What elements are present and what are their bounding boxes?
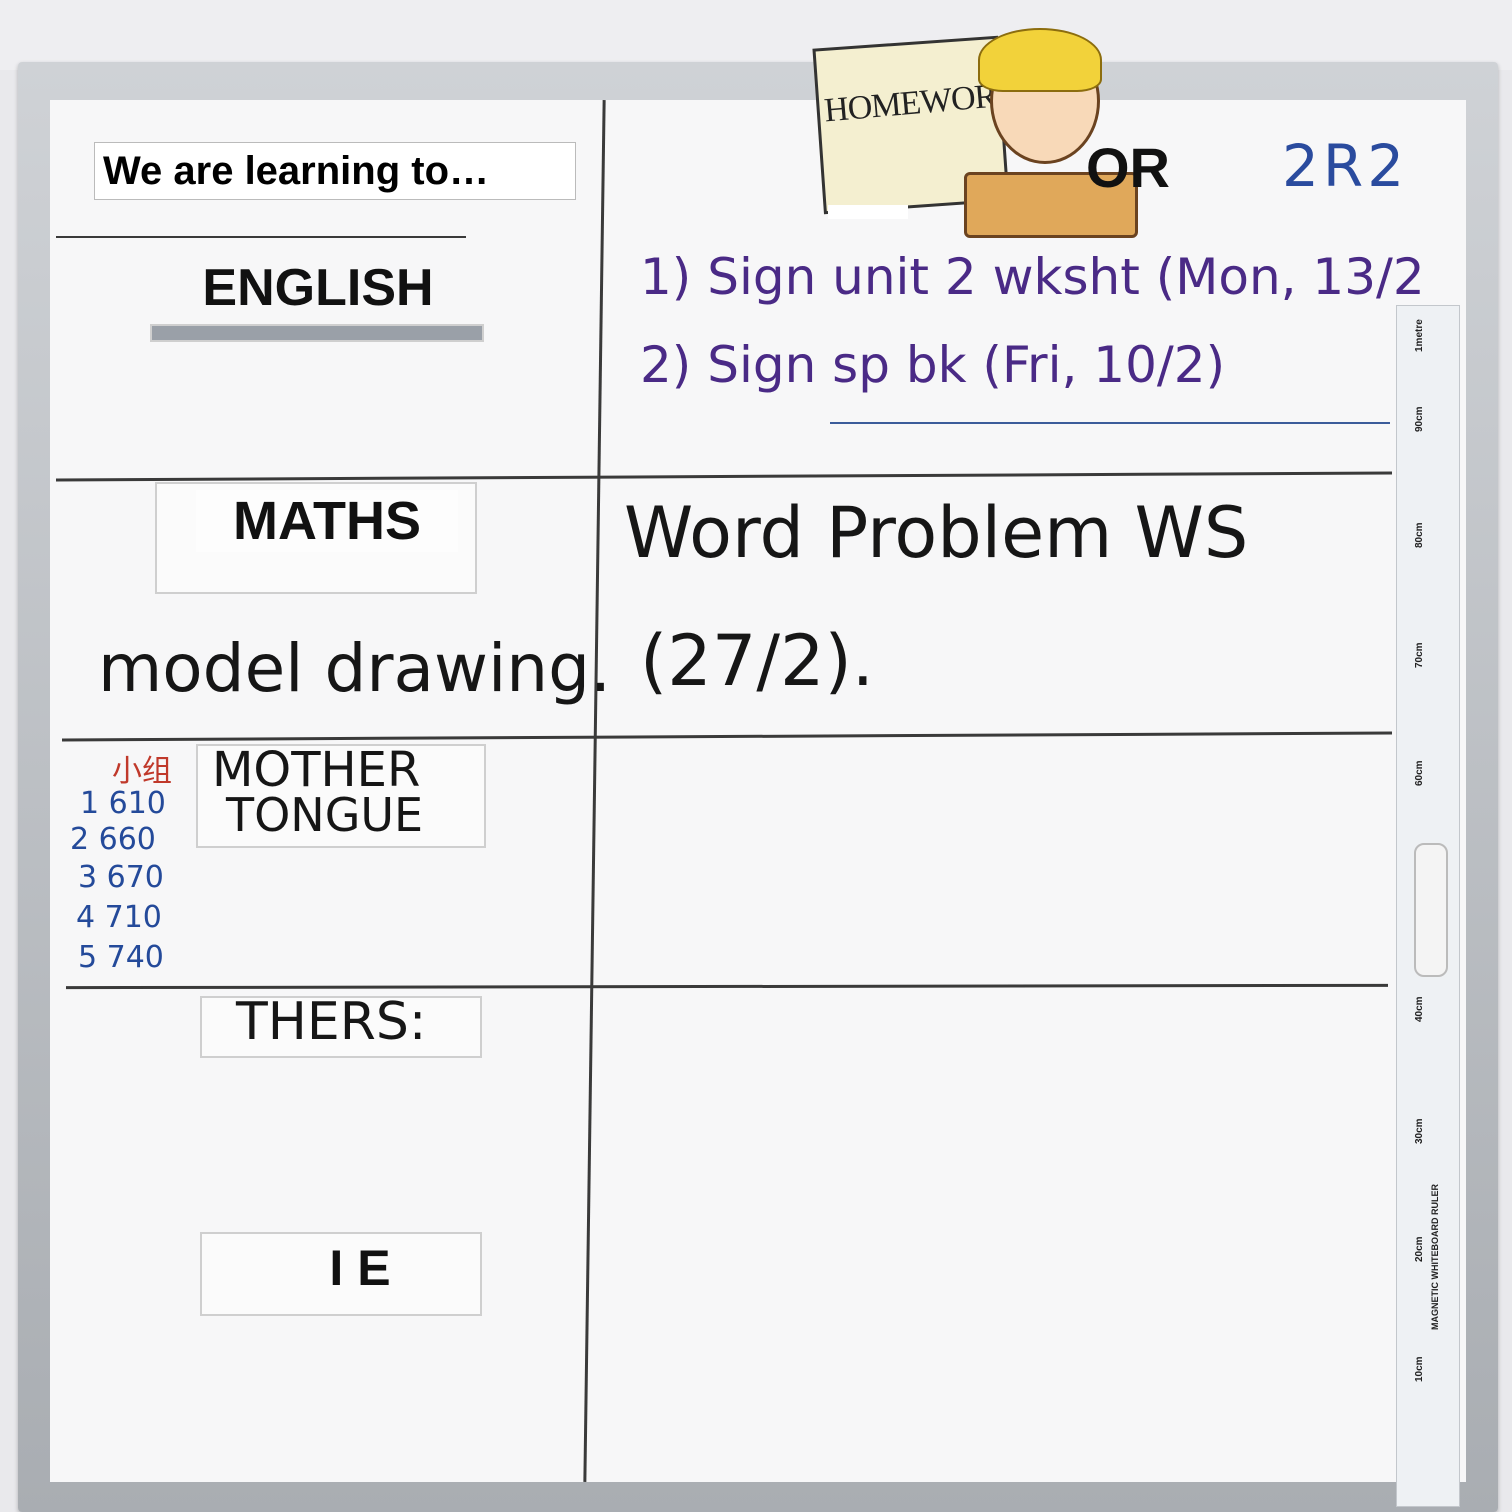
cartoon-kid-hair-icon (978, 28, 1102, 92)
subject-maths-text: MATHS (233, 491, 421, 551)
group-list-item: 3 670 (78, 860, 164, 895)
english-label-tape (150, 324, 484, 342)
subject-english-text: ENGLISH (202, 259, 434, 317)
ruler-mark: 70cm (1414, 642, 1425, 668)
group-list-item: 1 610 (80, 786, 166, 821)
maths-homework-line-2: (27/2). (640, 620, 875, 702)
ruler-mark: 40cm (1414, 996, 1425, 1022)
ruler-mark: 90cm (1414, 406, 1425, 432)
bottom-label-text: I E (329, 1240, 391, 1296)
ruler-mark: 80cm (1414, 522, 1425, 548)
maths-homework-line-1: Word Problem WS (624, 492, 1249, 574)
sticker-bubble (828, 205, 908, 219)
ruler-mark: 20cm (1414, 1236, 1425, 1262)
learning-objective-text: We are learning to… (103, 148, 490, 193)
english-homework-underline (830, 422, 1390, 424)
bottom-label-fragment: I E (290, 1238, 430, 1298)
ruler-handle[interactable] (1414, 843, 1448, 977)
group-list-item: 2 660 (70, 822, 156, 857)
english-homework-line-1: 1) Sign unit 2 wksht (Mon, 13/2 (640, 248, 1425, 306)
group-chinese-label: 小组 (112, 754, 172, 789)
homework-header-fragment: OR (1086, 136, 1170, 199)
ruler-mark: 10cm (1414, 1356, 1425, 1382)
class-code: 2R2 (1282, 132, 1409, 200)
subject-label-others: THERS: (236, 992, 427, 1052)
english-homework-line-2: 2) Sign sp bk (Fri, 10/2) (640, 336, 1226, 394)
wall-background (0, 0, 1512, 70)
ruler-mark: 60cm (1414, 760, 1425, 786)
learning-objective-label: We are learning to… (94, 142, 576, 200)
maths-learning-note: model drawing. (98, 630, 611, 707)
subject-label-maths: MATHS (196, 490, 458, 552)
subject-label-english: ENGLISH (162, 238, 474, 338)
group-list-item: 5 740 (78, 940, 164, 975)
ruler-mark: 30cm (1414, 1118, 1425, 1144)
group-list-item: 4 710 (76, 900, 162, 935)
ruler-mark: 1metre (1414, 319, 1425, 352)
ruler-brand-text: MAGNETIC WHITEBOARD RULER (1430, 1184, 1440, 1330)
mother-tongue-label-line-2: TONGUE (226, 788, 424, 842)
